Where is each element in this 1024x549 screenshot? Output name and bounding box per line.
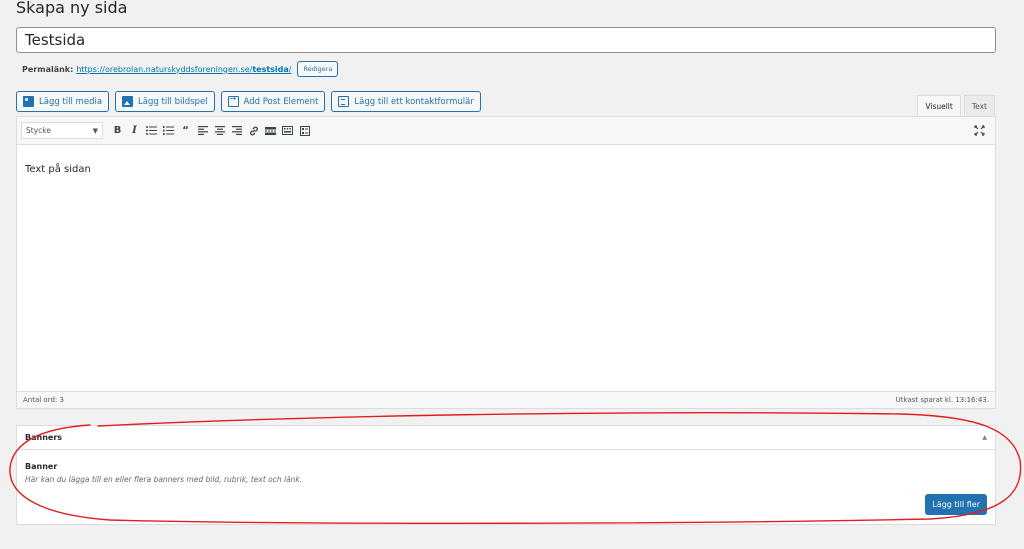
editor: Stycke ▼ B I “ Text på sidan Antal ord: …	[16, 116, 996, 409]
read-more-icon[interactable]	[262, 122, 279, 139]
fullscreen-icon[interactable]	[972, 123, 987, 138]
align-left-icon[interactable]	[194, 122, 211, 139]
add-gallery-button[interactable]: Lägg till bildspel	[115, 91, 215, 112]
permalink-link[interactable]: https://orebrolan.naturskyddsforeningen.…	[76, 65, 291, 74]
post-title-input[interactable]: Testsida	[16, 27, 996, 53]
banner-field-title: Banner	[25, 462, 58, 471]
align-center-icon[interactable]	[211, 122, 228, 139]
add-more-button[interactable]: Lägg till fler	[925, 494, 987, 515]
banners-metabox: Banners ▲ Banner Här kan du lägga till e…	[16, 425, 996, 525]
page-title: Skapa ny sida	[16, 0, 128, 17]
bold-icon[interactable]: B	[109, 122, 126, 139]
align-right-icon[interactable]	[228, 122, 245, 139]
tab-visual[interactable]: Visuellt	[917, 95, 961, 116]
collapse-arrow-icon[interactable]: ▲	[982, 434, 987, 441]
italic-icon[interactable]: I	[126, 122, 143, 139]
media-buttons: Lägg till media Lägg till bildspel Add P…	[16, 91, 481, 112]
word-count: Antal ord: 3	[23, 396, 64, 404]
media-icon	[23, 96, 34, 107]
format-select[interactable]: Stycke ▼	[21, 122, 103, 139]
permalink-row: Permalänk: https://orebrolan.naturskydds…	[22, 61, 339, 77]
link-icon[interactable]	[245, 122, 262, 139]
banner-field-description: Här kan du lägga till en eller flera ban…	[25, 475, 303, 484]
chevron-down-icon: ▼	[92, 126, 98, 135]
editor-content[interactable]: Text på sidan	[17, 145, 995, 393]
bullet-list-icon[interactable]	[143, 122, 160, 139]
post-element-icon	[227, 94, 239, 107]
add-post-element-button[interactable]: Add Post Element	[220, 91, 326, 112]
numbered-list-icon[interactable]	[160, 122, 177, 139]
banners-body: Banner Här kan du lägga till en eller fl…	[17, 450, 995, 496]
editor-tabs: Visuellt Text	[917, 95, 995, 116]
form-icon[interactable]	[296, 122, 313, 139]
draft-saved-status: Utkast sparat kl. 13:16:43.	[895, 396, 989, 404]
add-contact-form-button[interactable]: Lägg till ett kontaktformulär	[331, 91, 481, 112]
add-media-button[interactable]: Lägg till media	[16, 91, 110, 112]
gallery-icon	[122, 96, 134, 107]
banners-header[interactable]: Banners ▲	[17, 426, 995, 450]
blockquote-icon[interactable]: “	[177, 122, 194, 139]
editor-toolbar: Stycke ▼ B I “	[17, 117, 995, 145]
permalink-edit-button[interactable]: Redigera	[297, 61, 339, 77]
contact-form-icon	[338, 96, 350, 107]
permalink-label: Permalänk:	[22, 64, 74, 74]
editor-status-bar: Antal ord: 3 Utkast sparat kl. 13:16:43.	[17, 391, 995, 408]
tab-text[interactable]: Text	[963, 95, 995, 116]
toolbar-toggle-icon[interactable]	[279, 122, 296, 139]
banners-title: Banners	[25, 433, 63, 442]
